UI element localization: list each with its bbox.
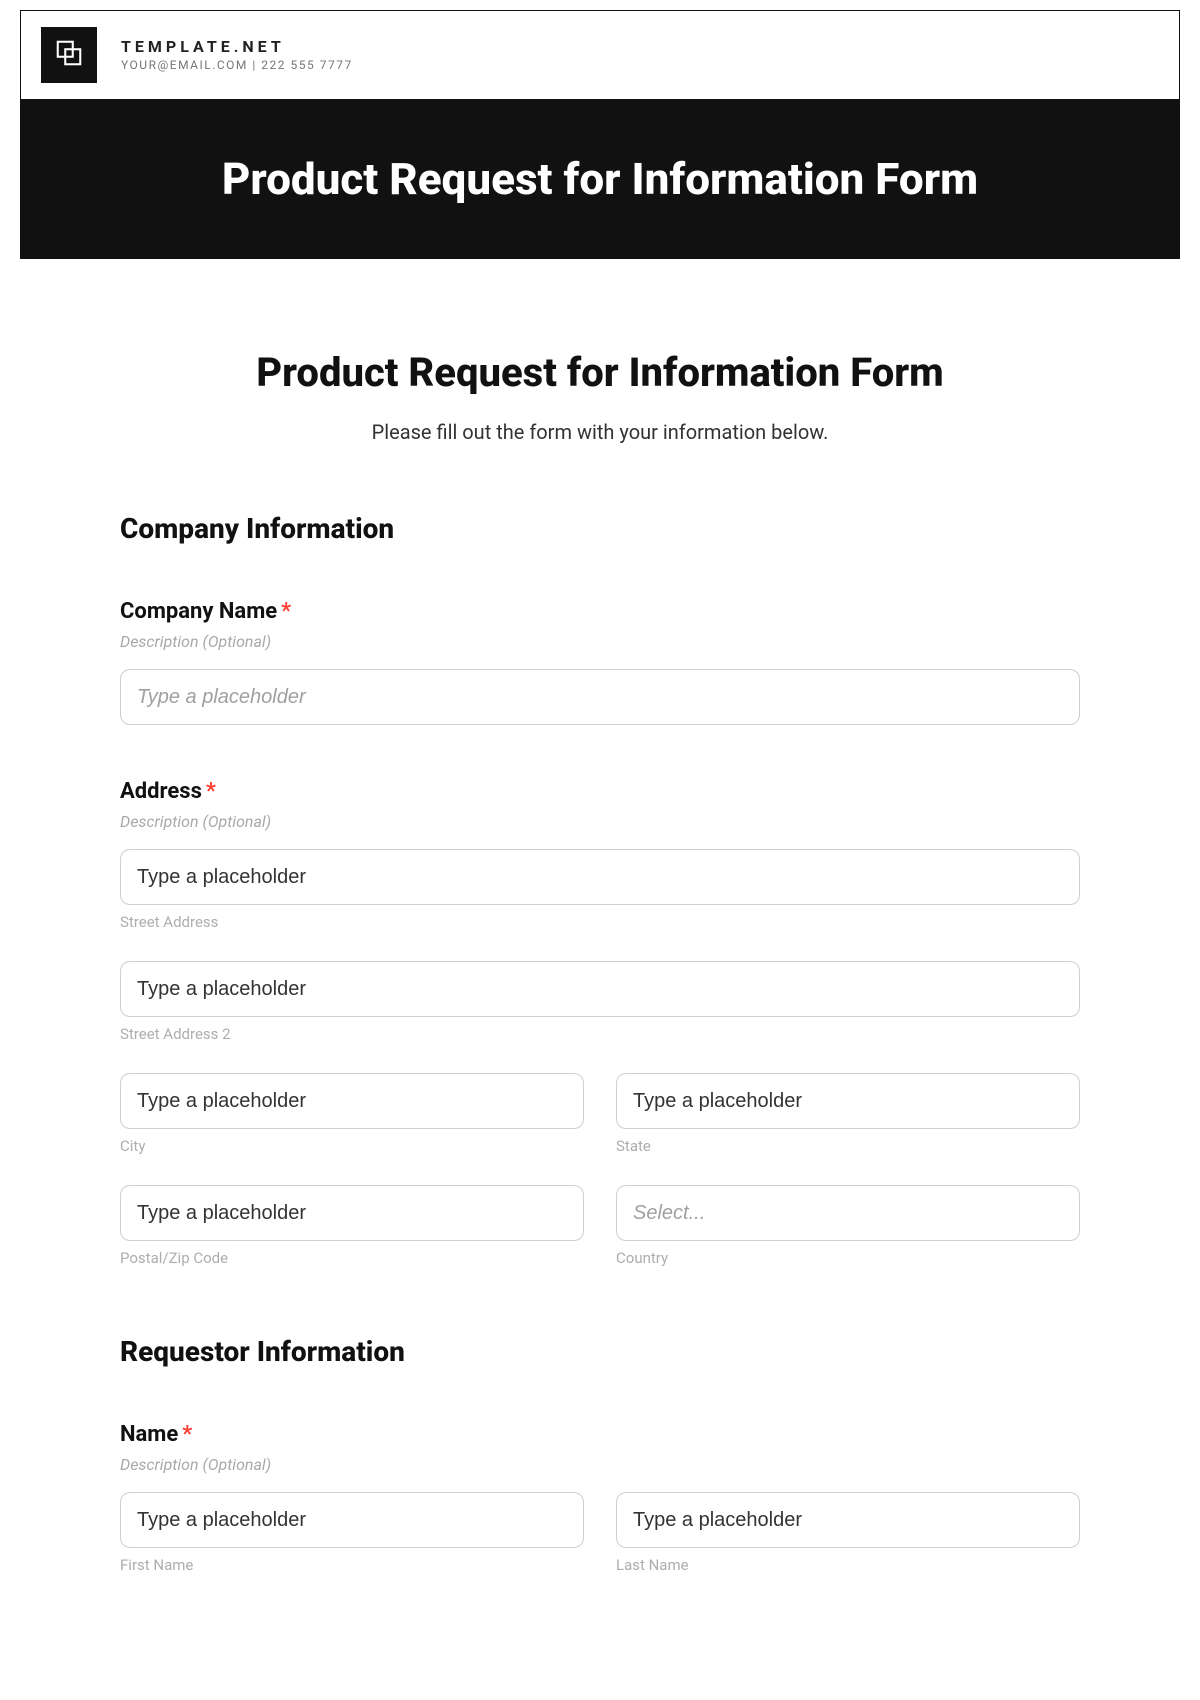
required-mark: * — [206, 779, 216, 804]
field-address: Address * Description (Optional) Street … — [120, 779, 1080, 1267]
street2-stack: Street Address 2 — [120, 961, 1080, 1043]
form-title: Product Request for Information Form — [120, 349, 1080, 396]
page: TEMPLATE.NET YOUR@EMAIL.COM | 222 555 77… — [20, 10, 1180, 1574]
required-mark: * — [281, 599, 291, 624]
address-label-row: Address * — [120, 779, 1080, 804]
postal-input[interactable] — [120, 1185, 584, 1241]
state-sublabel: State — [616, 1137, 1080, 1155]
postal-country-row: Postal/Zip Code Country — [120, 1185, 1080, 1267]
title-banner: Product Request for Information Form — [20, 99, 1180, 259]
name-description: Description (Optional) — [120, 1455, 1080, 1474]
postal-sublabel: Postal/Zip Code — [120, 1249, 584, 1267]
logo-icon — [54, 38, 84, 72]
address-description: Description (Optional) — [120, 812, 1080, 831]
state-stack: State — [616, 1073, 1080, 1155]
country-stack: Country — [616, 1185, 1080, 1267]
first-name-stack: First Name — [120, 1492, 584, 1574]
banner-title: Product Request for Information Form — [222, 153, 978, 205]
city-sublabel: City — [120, 1137, 584, 1155]
brand-block: TEMPLATE.NET YOUR@EMAIL.COM | 222 555 77… — [121, 37, 353, 73]
form-subtitle: Please fill out the form with your infor… — [120, 420, 1080, 444]
last-name-sublabel: Last Name — [616, 1556, 1080, 1574]
brand-contact: YOUR@EMAIL.COM | 222 555 7777 — [121, 58, 353, 72]
company-name-label: Company Name — [120, 599, 277, 624]
section-heading-company: Company Information — [120, 512, 1080, 545]
postal-stack: Postal/Zip Code — [120, 1185, 584, 1267]
street2-sublabel: Street Address 2 — [120, 1025, 1080, 1043]
street1-sublabel: Street Address — [120, 913, 1080, 931]
required-mark: * — [182, 1422, 192, 1447]
last-name-input[interactable] — [616, 1492, 1080, 1548]
city-state-row: City State — [120, 1073, 1080, 1155]
company-name-input[interactable] — [120, 669, 1080, 725]
country-sublabel: Country — [616, 1249, 1080, 1267]
state-input[interactable] — [616, 1073, 1080, 1129]
street2-input[interactable] — [120, 961, 1080, 1017]
city-input[interactable] — [120, 1073, 584, 1129]
name-label-row: Name * — [120, 1422, 1080, 1447]
company-name-label-row: Company Name * — [120, 599, 1080, 624]
letterhead: TEMPLATE.NET YOUR@EMAIL.COM | 222 555 77… — [20, 10, 1180, 100]
company-name-description: Description (Optional) — [120, 632, 1080, 651]
country-select[interactable] — [616, 1185, 1080, 1241]
section-heading-requestor: Requestor Information — [120, 1335, 1080, 1368]
form-content: Product Request for Information Form Ple… — [20, 259, 1180, 1574]
first-name-input[interactable] — [120, 1492, 584, 1548]
brand-name: TEMPLATE.NET — [121, 37, 353, 56]
last-name-stack: Last Name — [616, 1492, 1080, 1574]
address-label: Address — [120, 779, 202, 804]
street1-stack: Street Address — [120, 849, 1080, 931]
street1-input[interactable] — [120, 849, 1080, 905]
name-label: Name — [120, 1422, 178, 1447]
name-row: First Name Last Name — [120, 1492, 1080, 1574]
field-company-name: Company Name * Description (Optional) — [120, 599, 1080, 725]
brand-logo — [41, 27, 97, 83]
city-stack: City — [120, 1073, 584, 1155]
address-group: Street Address Street Address 2 City Sta… — [120, 849, 1080, 1267]
first-name-sublabel: First Name — [120, 1556, 584, 1574]
field-requestor-name: Name * Description (Optional) First Name… — [120, 1422, 1080, 1574]
